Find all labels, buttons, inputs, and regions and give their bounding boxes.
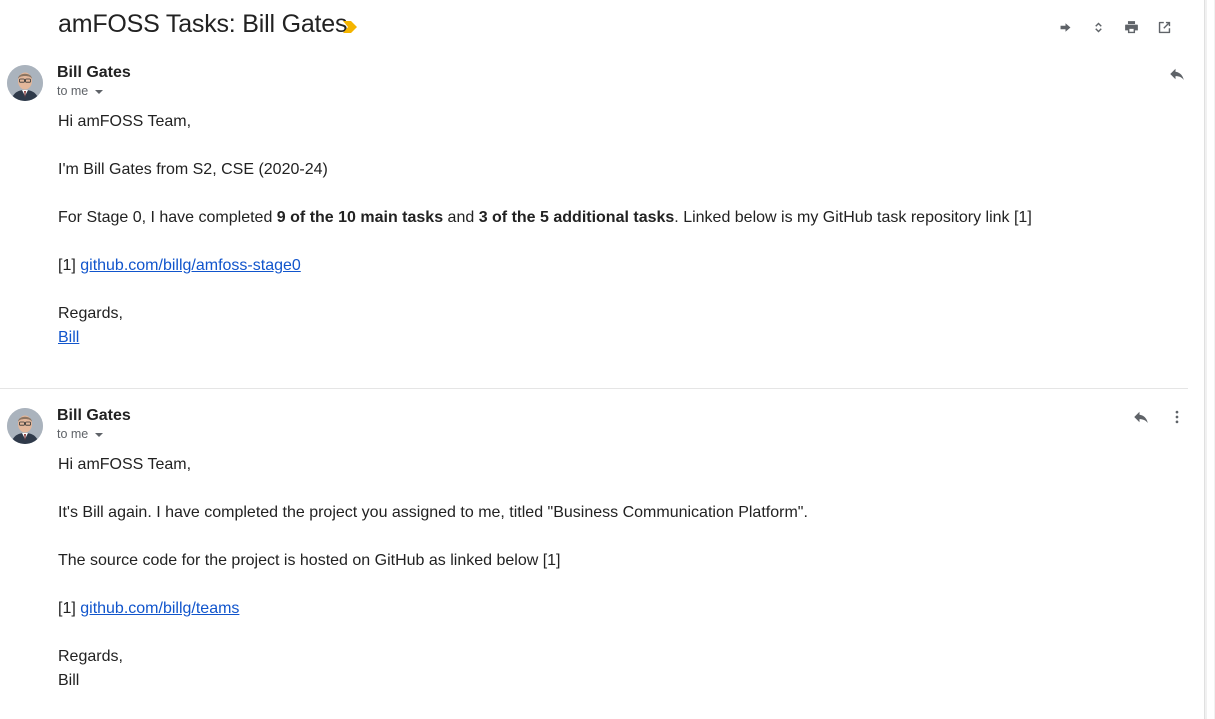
- message-body: Hi amFOSS Team, I'm Bill Gates from S2, …: [58, 110, 1032, 350]
- importance-marker-icon[interactable]: [343, 21, 357, 33]
- caret-down-icon: [95, 433, 104, 437]
- message-actions: [1132, 407, 1186, 427]
- sender-photo: [7, 65, 43, 101]
- reference-line: [1] github.com/billg/amfoss-stage0: [58, 254, 1032, 278]
- sender-name[interactable]: Bill Gates: [57, 407, 131, 425]
- reply-icon: [1170, 68, 1184, 80]
- more-options-button[interactable]: [1168, 407, 1186, 427]
- print-all-button[interactable]: [1122, 17, 1141, 37]
- thread-toolbar: [1056, 17, 1174, 37]
- recipient-details-toggle[interactable]: to me: [57, 84, 104, 98]
- project-text: It's Bill again. I have completed the pr…: [58, 504, 808, 521]
- thread-header: amFOSS Tasks: Bill Gates: [0, 0, 1200, 56]
- avatar[interactable]: [7, 65, 43, 101]
- progress-text-end: . Linked below is my GitHub task reposit…: [674, 209, 1032, 226]
- repository-link[interactable]: github.com/billg/amfoss-stage0: [80, 257, 301, 274]
- vertical-scrollbar[interactable]: [1204, 0, 1215, 719]
- recipient-label: to me: [57, 84, 89, 98]
- main-tasks-count: 9 of the 10 main tasks: [276, 209, 444, 226]
- message-divider: [0, 388, 1188, 389]
- message-body: Hi amFOSS Team, It's Bill again. I have …: [58, 453, 808, 693]
- forward-icon: [1060, 22, 1071, 32]
- thread-subject: amFOSS Tasks: Bill Gates: [58, 10, 348, 38]
- intro-text: I'm Bill Gates from S2, CSE (2020-24): [58, 161, 328, 178]
- greeting-text: Hi amFOSS Team,: [58, 113, 192, 130]
- message-item: Bill Gates to me Hi amFOSS Team, It's Bi…: [0, 403, 1200, 719]
- open-in-new-window-button[interactable]: [1155, 17, 1174, 37]
- project-link[interactable]: github.com/billg/teams: [80, 600, 239, 617]
- signature-line: Bill: [58, 326, 1032, 350]
- reply-button[interactable]: [1168, 64, 1186, 84]
- sender-photo: [7, 408, 43, 444]
- recipient-details-toggle[interactable]: to me: [57, 427, 104, 441]
- reply-button[interactable]: [1132, 407, 1150, 427]
- closing-text: Regards,: [58, 648, 123, 665]
- expand-all-button[interactable]: [1089, 17, 1108, 37]
- additional-tasks-count: 3 of the 5 additional tasks: [478, 209, 675, 226]
- reference-prefix: [1]: [58, 600, 81, 617]
- scrollbar-thumb[interactable]: [1207, 0, 1214, 719]
- message-item: Bill Gates to me Hi amFOSS Team, I'm Bil…: [0, 60, 1200, 390]
- forward-all-button[interactable]: [1056, 17, 1075, 37]
- sender-name[interactable]: Bill Gates: [57, 64, 131, 82]
- message-actions: [1168, 64, 1186, 84]
- expand-collapse-icon: [1095, 22, 1102, 32]
- closing-text: Regards,: [58, 305, 123, 322]
- avatar[interactable]: [7, 408, 43, 444]
- signature-text: Bill: [58, 672, 80, 689]
- reply-icon: [1134, 411, 1148, 423]
- progress-text-and: and: [443, 209, 479, 226]
- reference-prefix: [1]: [58, 257, 81, 274]
- caret-down-icon: [95, 90, 104, 94]
- open-new-window-icon: [1158, 21, 1171, 33]
- source-code-text: The source code for the project is hoste…: [58, 552, 561, 569]
- progress-paragraph: For Stage 0, I have completed 9 of the 1…: [58, 206, 1032, 230]
- greeting-text: Hi amFOSS Team,: [58, 456, 192, 473]
- print-icon: [1125, 20, 1138, 33]
- recipient-label: to me: [57, 427, 89, 441]
- signature-link[interactable]: Bill: [58, 329, 79, 346]
- reference-line: [1] github.com/billg/teams: [58, 597, 808, 621]
- more-vert-icon: [1175, 410, 1179, 424]
- progress-text: For Stage 0, I have completed: [58, 209, 277, 226]
